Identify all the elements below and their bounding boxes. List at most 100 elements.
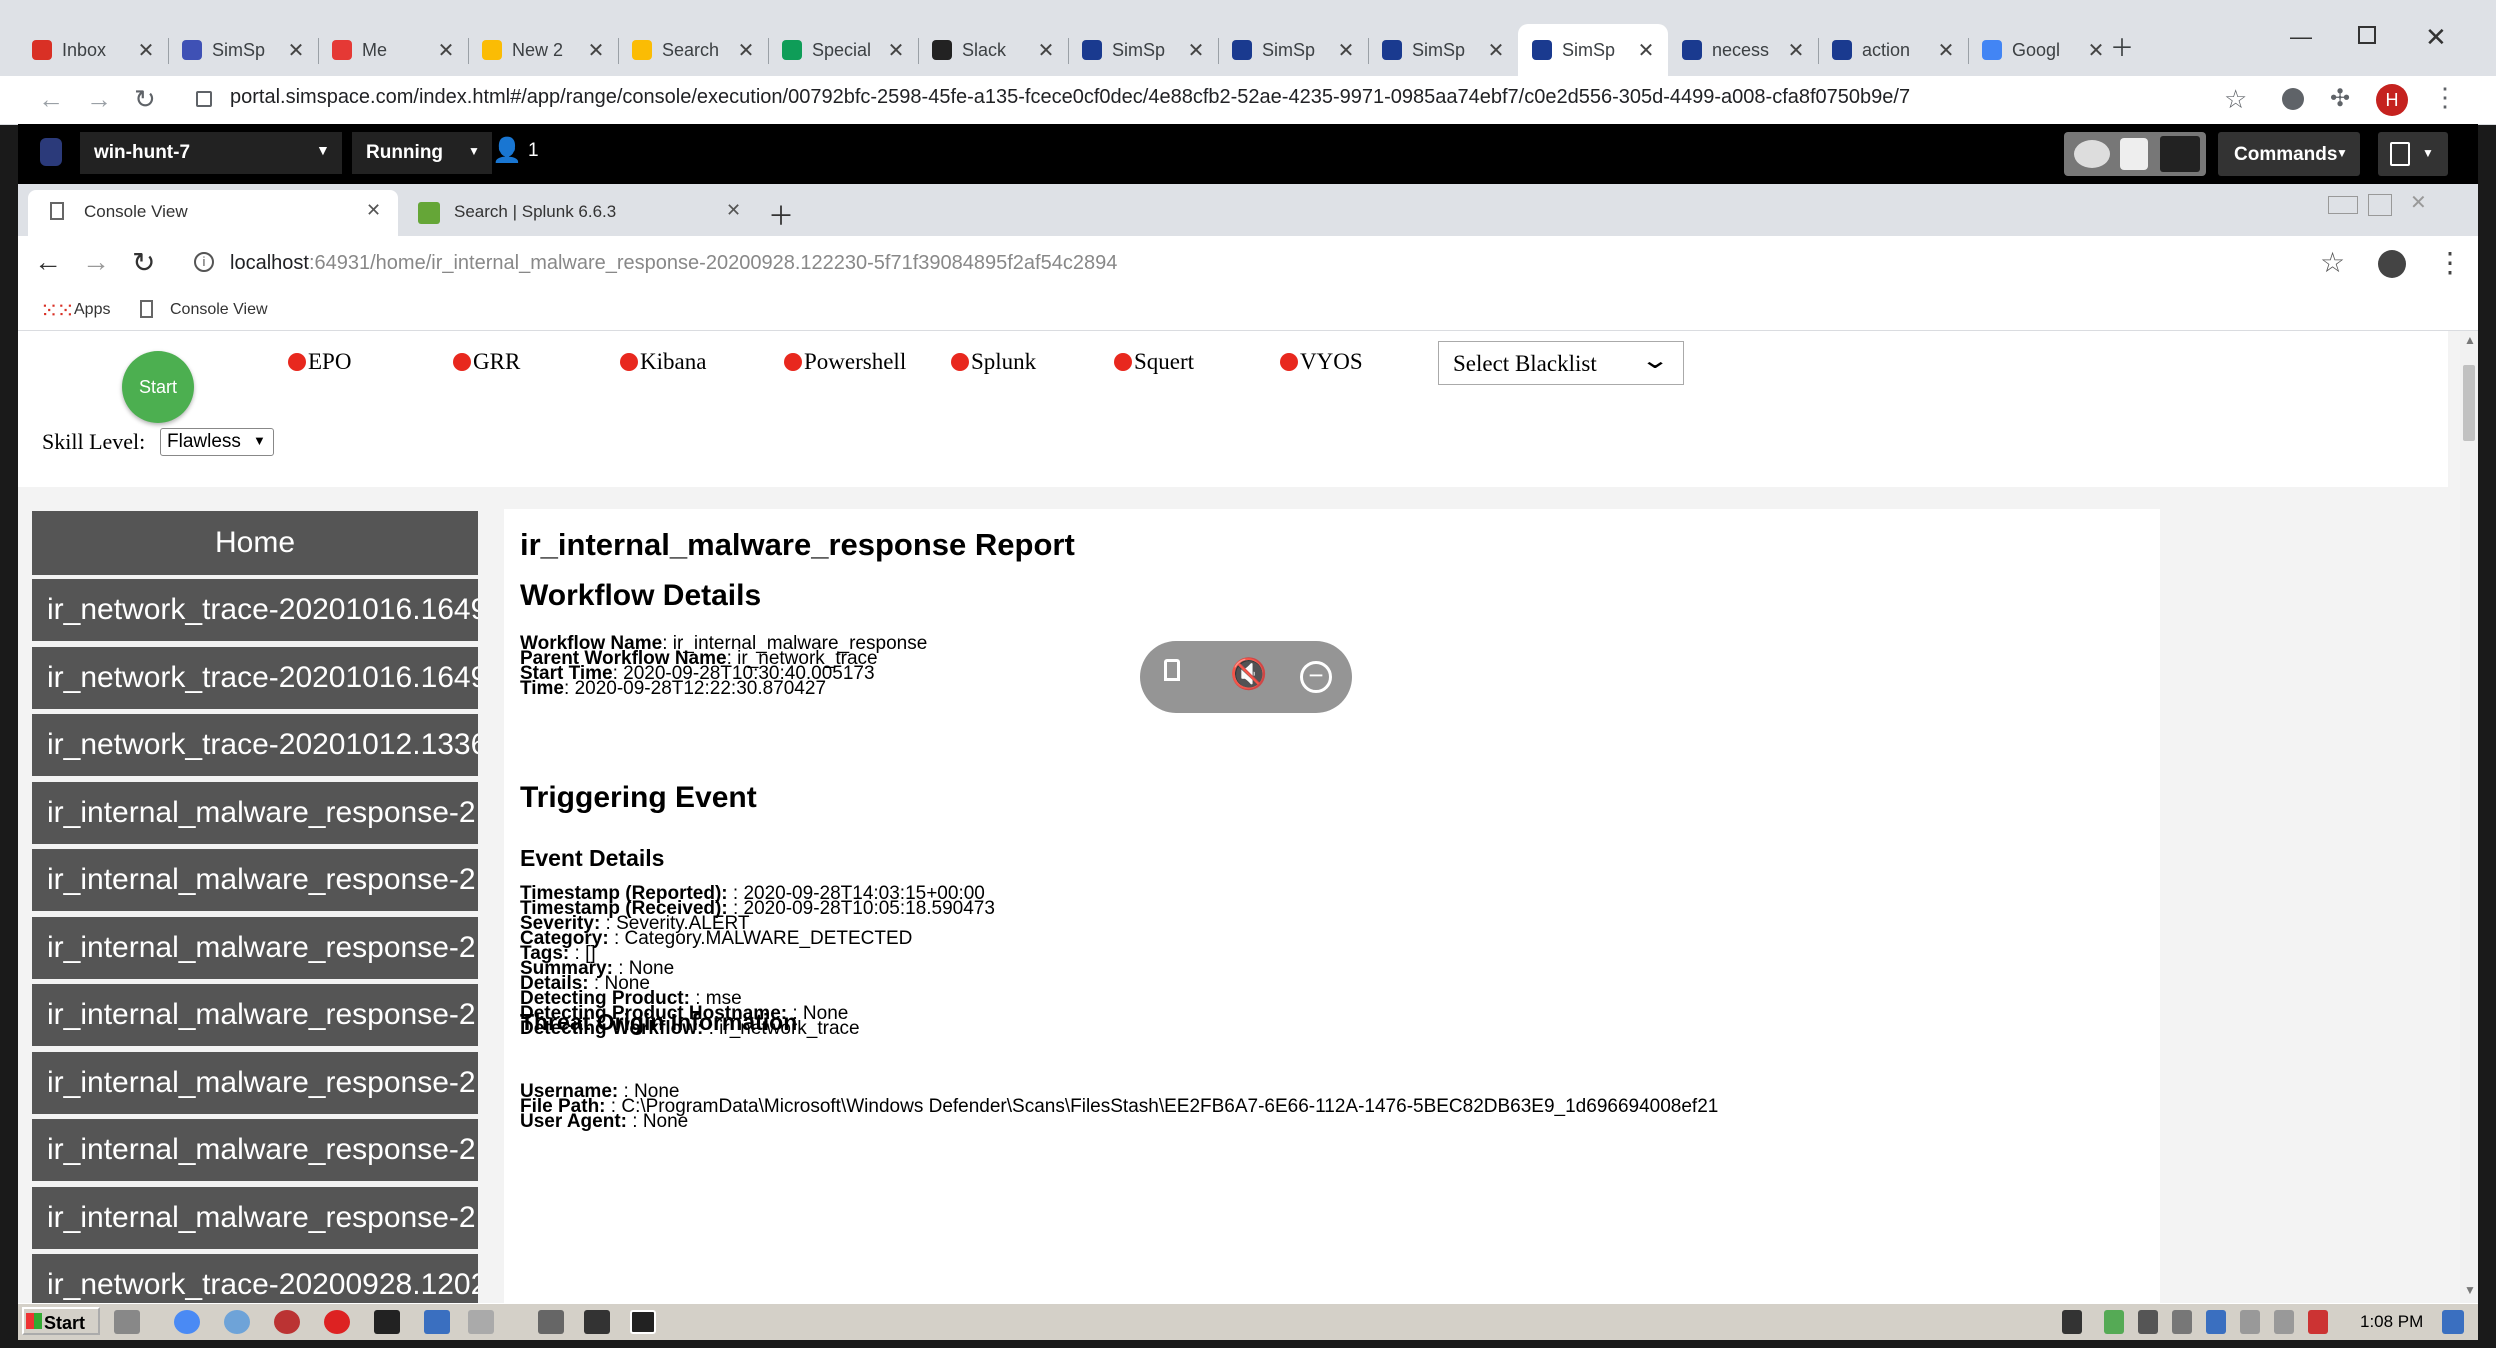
tray-icon[interactable] xyxy=(2138,1310,2158,1334)
sidebar-execution-item[interactable]: ir_internal_malware_response-2 xyxy=(32,1119,478,1181)
scroll-up-icon[interactable]: ▲ xyxy=(2464,333,2476,347)
start-button[interactable]: Start xyxy=(122,351,194,423)
taskbar-app-icon[interactable] xyxy=(584,1310,610,1334)
scroll-down-icon[interactable]: ▼ xyxy=(2464,1283,2476,1297)
sidebar-execution-item[interactable]: ir_internal_malware_response-2 xyxy=(32,781,478,844)
star-icon[interactable]: ☆ xyxy=(2224,84,2247,115)
restore-icon[interactable] xyxy=(2368,194,2392,216)
menu-dots-icon[interactable]: ⋮ xyxy=(2436,246,2464,279)
close-tab-icon[interactable]: ✕ xyxy=(284,38,308,63)
close-tab-icon[interactable]: ✕ xyxy=(1934,38,1958,63)
ie-icon[interactable] xyxy=(224,1310,250,1334)
star-icon[interactable]: ☆ xyxy=(2320,246,2345,279)
taskbar-app-icon[interactable] xyxy=(630,1310,656,1334)
profile-avatar[interactable]: H xyxy=(2376,84,2408,116)
clipboard-dropdown[interactable]: ▼ xyxy=(2378,132,2448,176)
blacklist-select[interactable]: Select Blacklist ⌄ xyxy=(1438,341,1684,385)
sidebar-execution-item[interactable]: ir_internal_malware_response-2 xyxy=(32,984,478,1046)
sidebar-execution-item[interactable]: ir_internal_malware_response-2 xyxy=(32,916,478,979)
terminal-icon[interactable] xyxy=(374,1310,400,1334)
show-desktop-icon[interactable] xyxy=(2442,1310,2464,1334)
start-menu-button[interactable]: Start xyxy=(22,1307,100,1335)
close-tab-icon[interactable]: ✕ xyxy=(884,38,908,63)
browser-tab[interactable]: SimSp ✕ xyxy=(1218,24,1368,76)
scroll-thumb[interactable] xyxy=(2463,365,2475,441)
eye-icon[interactable] xyxy=(2074,140,2110,168)
page-scrollbar[interactable]: ▲ ▼ xyxy=(2460,331,2478,1303)
browser-tab[interactable]: Slack ✕ xyxy=(918,24,1068,76)
close-tab-icon[interactable]: ✕ xyxy=(1784,38,1808,63)
browser-tab[interactable]: Me ✕ xyxy=(318,24,468,76)
close-tab-icon[interactable]: ✕ xyxy=(1634,38,1658,63)
tray-icon[interactable] xyxy=(2104,1310,2124,1334)
browser-tab[interactable]: SimSp ✕ xyxy=(1368,24,1518,76)
browser-tab[interactable]: SimSp ✕ xyxy=(1068,24,1218,76)
browser-tab[interactable]: Special ✕ xyxy=(768,24,918,76)
bookmark-apps[interactable]: Apps xyxy=(74,301,110,319)
browser-tab[interactable]: Googl ✕ xyxy=(1968,24,2118,76)
info-icon[interactable]: i xyxy=(194,252,214,272)
taskbar-app-icon[interactable] xyxy=(114,1310,140,1334)
sidebar-execution-item[interactable]: ir_internal_malware_response-2 xyxy=(32,1186,478,1249)
browser-tab[interactable]: SimSp ✕ xyxy=(1518,24,1668,76)
minimize-icon[interactable] xyxy=(2328,196,2358,214)
close-tab-icon[interactable]: ✕ xyxy=(134,38,158,63)
close-tab-icon[interactable]: ✕ xyxy=(366,200,381,221)
service-kibana[interactable]: Kibana xyxy=(620,349,706,375)
tab-splunk[interactable]: Search | Splunk 6.6.3 ✕ xyxy=(404,190,764,236)
browser-tab[interactable]: necess ✕ xyxy=(1668,24,1818,76)
close-tab-icon[interactable]: ✕ xyxy=(2084,38,2108,63)
tab-console-view[interactable]: Console View ✕ xyxy=(28,190,398,236)
close-tab-icon[interactable]: ✕ xyxy=(726,200,741,221)
sidebar-execution-item[interactable]: ir_internal_malware_response-2 xyxy=(32,849,478,911)
chrome-icon[interactable] xyxy=(174,1310,200,1334)
close-tab-icon[interactable]: ✕ xyxy=(1184,38,1208,63)
sidebar-execution-item[interactable]: ir_network_trace-20201012.1336 xyxy=(32,714,478,776)
status-dropdown[interactable]: Running ▼ xyxy=(352,132,492,174)
outer-url-text[interactable]: portal.simspace.com/index.html#/app/rang… xyxy=(230,86,1910,109)
taskbar-app-icon[interactable] xyxy=(468,1310,494,1334)
back-arrow-icon[interactable]: ← xyxy=(34,246,62,278)
reload-icon[interactable]: ↻ xyxy=(134,84,156,115)
close-window-icon[interactable]: ✕ xyxy=(2425,22,2447,53)
vm-selector[interactable]: win-hunt-7 ▼ xyxy=(80,132,342,174)
extension-icon[interactable] xyxy=(2282,88,2304,110)
taskbar-app-icon[interactable] xyxy=(538,1310,564,1334)
flag-icon[interactable] xyxy=(2240,1310,2260,1334)
tray-icon[interactable] xyxy=(2274,1310,2294,1334)
service-powershell[interactable]: Powershell xyxy=(784,349,906,375)
menu-dots-icon[interactable]: ⋮ xyxy=(2432,82,2458,113)
new-tab-icon[interactable]: ＋ xyxy=(2110,28,2134,63)
new-tab-icon[interactable]: ＋ xyxy=(768,196,794,233)
pin-icon[interactable] xyxy=(1164,659,1180,681)
skill-level-select[interactable]: Flawless ▼ xyxy=(160,428,274,456)
mute-icon[interactable]: 🔇 xyxy=(1230,657,1267,692)
close-window-icon[interactable]: ✕ xyxy=(2410,190,2427,215)
close-tab-icon[interactable]: ✕ xyxy=(1484,38,1508,63)
pointer-icon[interactable] xyxy=(2120,138,2148,170)
service-epo[interactable]: EPO xyxy=(288,349,351,375)
sidebar-execution-item[interactable]: ir_internal_malware_response-2 xyxy=(32,1051,478,1114)
taskbar-app-icon[interactable] xyxy=(324,1310,350,1334)
reload-icon[interactable]: ↻ xyxy=(132,246,155,279)
service-splunk[interactable]: Splunk xyxy=(951,349,1036,375)
browser-tab[interactable]: SimSp ✕ xyxy=(168,24,318,76)
close-tab-icon[interactable]: ✕ xyxy=(734,38,758,63)
browser-tab[interactable]: Search ✕ xyxy=(618,24,768,76)
back-arrow-icon[interactable]: ← xyxy=(38,84,64,115)
forward-arrow-icon[interactable]: → xyxy=(82,246,110,278)
close-tab-icon[interactable]: ✕ xyxy=(434,38,458,63)
keyboard-icon[interactable] xyxy=(2160,136,2200,172)
tray-icon[interactable] xyxy=(2206,1310,2226,1334)
service-squert[interactable]: Squert xyxy=(1114,349,1194,375)
tray-icon[interactable] xyxy=(2172,1310,2192,1334)
tray-icon[interactable] xyxy=(2062,1310,2082,1334)
sidebar-execution-item[interactable]: ir_network_trace-20200928.1202 xyxy=(32,1254,478,1303)
close-tab-icon[interactable]: ✕ xyxy=(584,38,608,63)
tray-icon[interactable] xyxy=(2308,1310,2328,1334)
commands-dropdown[interactable]: Commands ▼ xyxy=(2218,132,2360,176)
taskbar-app-icon[interactable] xyxy=(274,1310,300,1334)
restore-icon[interactable] xyxy=(2358,26,2376,44)
minimize-icon[interactable]: — xyxy=(2290,24,2312,50)
inner-url[interactable]: localhost:64931/home/ir_internal_malware… xyxy=(230,252,1117,275)
